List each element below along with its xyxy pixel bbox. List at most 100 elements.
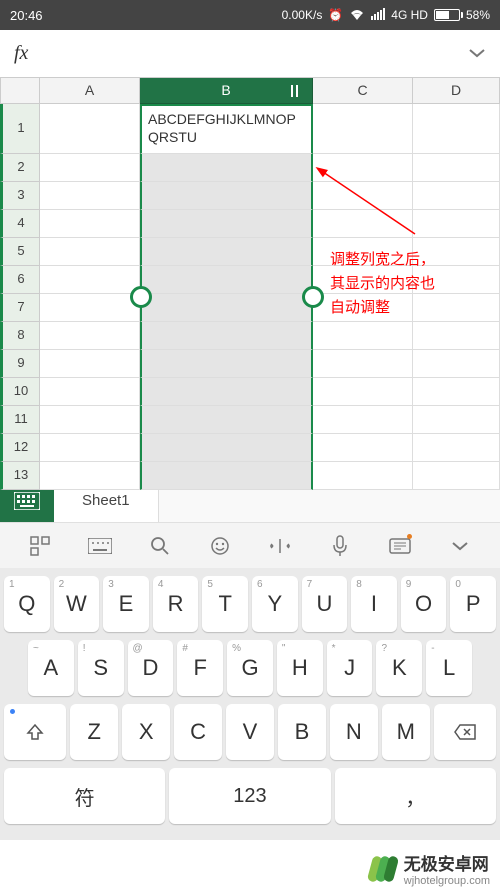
- key-j[interactable]: *J: [327, 640, 373, 696]
- spreadsheet[interactable]: A B C D 1 2 3 4 5 6 7 8 9 10 11 12 13 AB…: [0, 78, 500, 478]
- microphone-icon[interactable]: [322, 528, 358, 564]
- key-d[interactable]: @D: [128, 640, 174, 696]
- cell[interactable]: [40, 266, 140, 294]
- key-c[interactable]: C: [174, 704, 222, 760]
- selection-handle-left[interactable]: [130, 286, 152, 308]
- row-header[interactable]: 12: [0, 434, 40, 462]
- keyboard-icon[interactable]: [82, 528, 118, 564]
- cell[interactable]: [40, 322, 140, 350]
- row-header[interactable]: 4: [0, 210, 40, 238]
- cell[interactable]: [413, 378, 500, 406]
- cell[interactable]: [40, 462, 140, 490]
- key-t[interactable]: 5T: [202, 576, 248, 632]
- formula-bar[interactable]: fx: [0, 30, 500, 78]
- cell[interactable]: [40, 154, 140, 182]
- key-u[interactable]: 7U: [302, 576, 348, 632]
- selection-handle-right[interactable]: [302, 286, 324, 308]
- number-key[interactable]: 123: [169, 768, 330, 824]
- clipboard-icon[interactable]: [382, 528, 418, 564]
- column-resize-handle[interactable]: [291, 85, 298, 97]
- key-y[interactable]: 6Y: [252, 576, 298, 632]
- cell[interactable]: [140, 294, 313, 322]
- row-header[interactable]: 8: [0, 322, 40, 350]
- cell[interactable]: [413, 322, 500, 350]
- key-o[interactable]: 9O: [401, 576, 447, 632]
- row-header[interactable]: 9: [0, 350, 40, 378]
- key-p[interactable]: 0P: [450, 576, 496, 632]
- cell[interactable]: [140, 322, 313, 350]
- key-w[interactable]: 2W: [54, 576, 100, 632]
- cell[interactable]: [313, 104, 413, 154]
- row-header[interactable]: 13: [0, 462, 40, 490]
- key-b[interactable]: B: [278, 704, 326, 760]
- cell[interactable]: [140, 154, 313, 182]
- cell-b1[interactable]: ABCDEFGHIJKLMNOPQRSTU: [140, 104, 313, 154]
- cursor-icon[interactable]: [262, 528, 298, 564]
- backspace-key[interactable]: [434, 704, 496, 760]
- cell[interactable]: [40, 434, 140, 462]
- cell[interactable]: [413, 210, 500, 238]
- select-all-corner[interactable]: [0, 78, 40, 104]
- key-k[interactable]: ?K: [376, 640, 422, 696]
- key-z[interactable]: Z: [70, 704, 118, 760]
- cell[interactable]: [140, 238, 313, 266]
- cell[interactable]: [40, 104, 140, 154]
- cell[interactable]: [40, 350, 140, 378]
- key-e[interactable]: 3E: [103, 576, 149, 632]
- col-header-d[interactable]: D: [413, 78, 500, 104]
- key-f[interactable]: #F: [177, 640, 223, 696]
- cell[interactable]: [413, 462, 500, 490]
- cell[interactable]: [40, 210, 140, 238]
- col-header-b[interactable]: B: [140, 78, 313, 104]
- cell[interactable]: [140, 266, 313, 294]
- key-i[interactable]: 8I: [351, 576, 397, 632]
- emoji-icon[interactable]: [202, 528, 238, 564]
- cell[interactable]: [40, 238, 140, 266]
- cell[interactable]: [413, 104, 500, 154]
- cell[interactable]: [40, 378, 140, 406]
- cell[interactable]: [140, 350, 313, 378]
- cell[interactable]: [140, 210, 313, 238]
- row-header[interactable]: 2: [0, 154, 40, 182]
- cell[interactable]: [413, 154, 500, 182]
- cell[interactable]: [140, 434, 313, 462]
- cell[interactable]: [140, 378, 313, 406]
- cell[interactable]: [313, 406, 413, 434]
- key-m[interactable]: M: [382, 704, 430, 760]
- key-h[interactable]: "H: [277, 640, 323, 696]
- row-header[interactable]: 3: [0, 182, 40, 210]
- cell[interactable]: [140, 182, 313, 210]
- search-icon[interactable]: [142, 528, 178, 564]
- cell[interactable]: [40, 406, 140, 434]
- comma-key[interactable]: ，: [335, 768, 496, 824]
- chevron-down-icon[interactable]: [442, 528, 478, 564]
- key-n[interactable]: N: [330, 704, 378, 760]
- key-g[interactable]: %G: [227, 640, 273, 696]
- symbol-key[interactable]: 符: [4, 768, 165, 824]
- row-header[interactable]: 1: [0, 104, 40, 154]
- key-v[interactable]: V: [226, 704, 274, 760]
- chevron-down-icon[interactable]: [468, 45, 486, 63]
- row-header[interactable]: 6: [0, 266, 40, 294]
- cell[interactable]: [140, 406, 313, 434]
- grid-icon[interactable]: [22, 528, 58, 564]
- cell[interactable]: [313, 462, 413, 490]
- key-l[interactable]: -L: [426, 640, 472, 696]
- cell[interactable]: [40, 182, 140, 210]
- key-r[interactable]: 4R: [153, 576, 199, 632]
- key-q[interactable]: 1Q: [4, 576, 50, 632]
- cell[interactable]: [40, 294, 140, 322]
- shift-key[interactable]: [4, 704, 66, 760]
- row-header[interactable]: 10: [0, 378, 40, 406]
- cell[interactable]: [413, 350, 500, 378]
- col-header-a[interactable]: A: [40, 78, 140, 104]
- cell[interactable]: [313, 350, 413, 378]
- cell[interactable]: [140, 462, 313, 490]
- row-header[interactable]: 11: [0, 406, 40, 434]
- key-x[interactable]: X: [122, 704, 170, 760]
- cell[interactable]: [313, 322, 413, 350]
- cell[interactable]: [413, 182, 500, 210]
- key-a[interactable]: ~A: [28, 640, 74, 696]
- cell[interactable]: [413, 434, 500, 462]
- key-s[interactable]: !S: [78, 640, 124, 696]
